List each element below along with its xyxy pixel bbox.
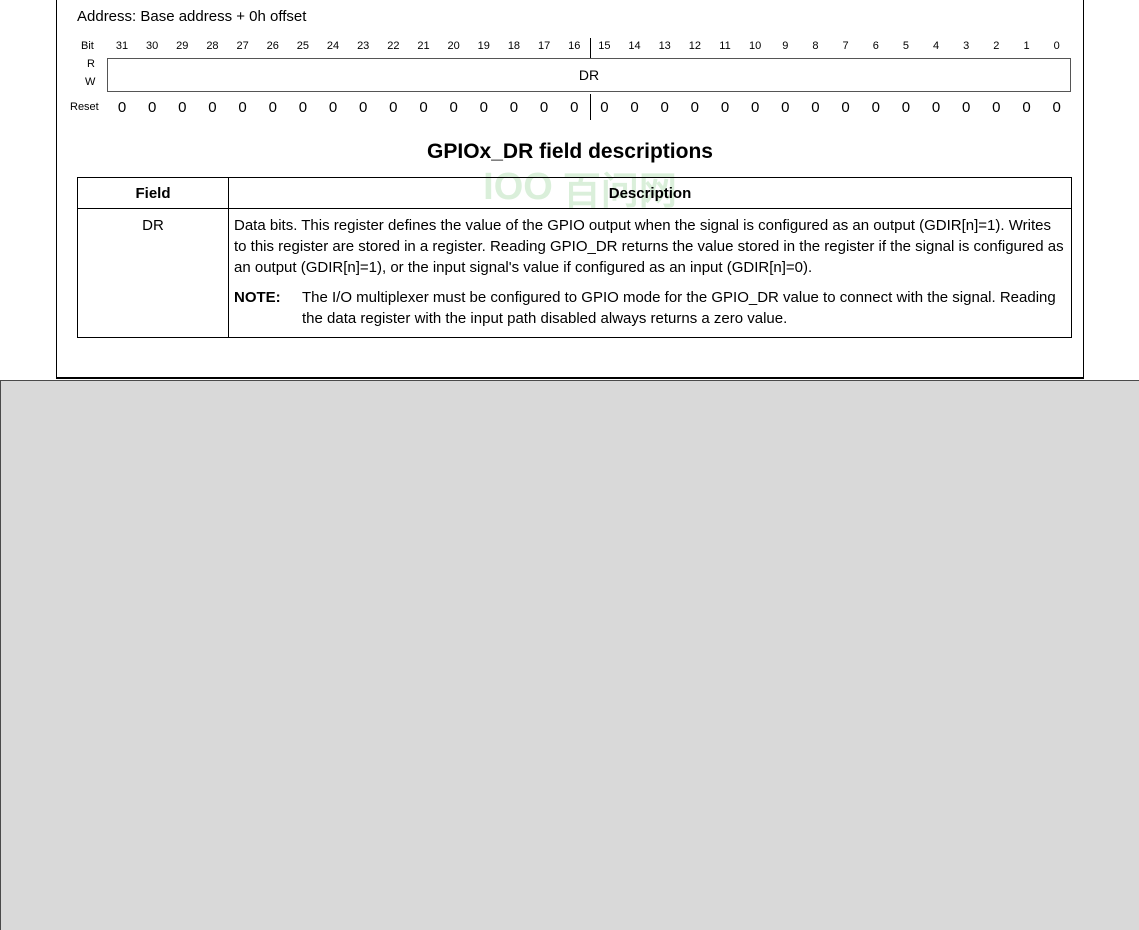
- bit-number: 3: [963, 40, 970, 52]
- reset-row-label: Reset: [70, 101, 99, 113]
- reset-value: 0: [117, 99, 127, 116]
- bit-number: 15: [598, 40, 611, 52]
- bit-number: 9: [782, 40, 789, 52]
- register-address: Address: Base address + 0h offset: [77, 8, 307, 25]
- reset-value: 0: [931, 99, 941, 116]
- reset-value: 0: [479, 99, 488, 116]
- reset-value: 0: [901, 99, 911, 116]
- bit-number: 16: [568, 40, 581, 52]
- bit-number: 20: [447, 40, 460, 52]
- bit-number: 28: [206, 40, 219, 52]
- bit-number: 19: [477, 40, 490, 52]
- reset-value: 0: [359, 99, 368, 116]
- reset-value: 0: [298, 99, 308, 116]
- table-header-row: Field Description: [77, 177, 1072, 209]
- bit-number: 22: [387, 40, 400, 52]
- reset-value: 0: [962, 99, 971, 116]
- bit-number: 27: [236, 40, 249, 52]
- reset-value: 0: [570, 99, 579, 116]
- description-text: Data bits. This register defines the val…: [234, 217, 1064, 276]
- bit-number: 0: [1053, 40, 1060, 52]
- note-block: NOTE: The I/O multiplexer must be config…: [234, 287, 1066, 329]
- reset-value: 0: [1022, 99, 1031, 116]
- read-label: R: [87, 58, 95, 70]
- reset-value: 0: [449, 99, 458, 116]
- reset-value: 0: [811, 99, 820, 116]
- table-title: GPIOx_DR field descriptions: [427, 140, 713, 163]
- reset-value: 0: [720, 99, 730, 116]
- description-cell: Data bits. This register defines the val…: [228, 208, 1072, 338]
- write-label: W: [85, 76, 96, 88]
- empty-gray-area: [0, 380, 1139, 930]
- field-descriptions-table: Field Description DR Data bits. This reg…: [77, 177, 1072, 338]
- bit-number: 30: [146, 40, 159, 52]
- bit-number: 6: [872, 40, 879, 52]
- reset-value: 0: [208, 99, 217, 116]
- reset-value: 0: [539, 99, 549, 116]
- bit-number: 25: [296, 40, 310, 52]
- reset-value: 0: [781, 99, 790, 116]
- bit-number: 29: [176, 40, 189, 52]
- bit-number: 17: [537, 40, 551, 52]
- bit-number: 31: [115, 40, 129, 52]
- bit-number: 10: [749, 40, 762, 52]
- field-column-header: Field: [77, 177, 229, 209]
- reset-value: 0: [509, 99, 519, 116]
- bit-number: 24: [326, 40, 340, 52]
- note-label: NOTE:: [234, 289, 281, 306]
- reset-value: 0: [660, 99, 669, 116]
- reset-value: 0: [871, 99, 880, 116]
- field-cell: DR: [77, 208, 229, 338]
- dr-field-label: DR: [578, 67, 600, 83]
- reset-value: 0: [1052, 99, 1061, 116]
- bit-number: 26: [266, 40, 279, 52]
- reset-value: 0: [328, 99, 338, 116]
- bit-number: 18: [507, 40, 521, 52]
- bit-number: 5: [902, 40, 909, 52]
- bit-row-label: Bit: [81, 40, 94, 52]
- bit-number: 12: [688, 40, 701, 52]
- reset-value: 0: [992, 99, 1001, 116]
- bit-number: 21: [417, 40, 430, 52]
- table-row: DR Data bits. This register defines the …: [77, 208, 1072, 338]
- bit-half-divider: [590, 38, 591, 58]
- dr-field-box: DR: [107, 58, 1071, 92]
- reset-value: 0: [268, 99, 277, 116]
- reset-value: 0: [630, 99, 639, 116]
- reset-value: 0: [750, 99, 760, 116]
- bit-number: 1: [1023, 40, 1030, 52]
- reset-value: 0: [389, 99, 398, 116]
- reset-value: 0: [600, 99, 609, 116]
- bit-number: 8: [812, 40, 819, 52]
- reset-value: 0: [841, 99, 850, 116]
- bit-number: 4: [932, 40, 940, 52]
- bit-number: 23: [357, 40, 370, 52]
- reset-value: 0: [238, 99, 247, 116]
- bit-number: 13: [658, 40, 671, 52]
- reset-half-divider: [590, 94, 591, 120]
- bit-number: 14: [628, 40, 641, 52]
- note-text: The I/O multiplexer must be configured t…: [302, 289, 1056, 327]
- description-column-header: Description: [228, 177, 1072, 209]
- bit-number: 11: [719, 40, 731, 52]
- bit-number: 2: [993, 40, 1000, 52]
- reset-value: 0: [147, 99, 157, 116]
- reset-value: 0: [690, 99, 700, 116]
- bit-number: 7: [842, 40, 849, 52]
- reset-value: 0: [178, 99, 187, 116]
- register-document: Address: Base address + 0h offset Bit R …: [56, 0, 1084, 379]
- reset-value: 0: [419, 99, 428, 116]
